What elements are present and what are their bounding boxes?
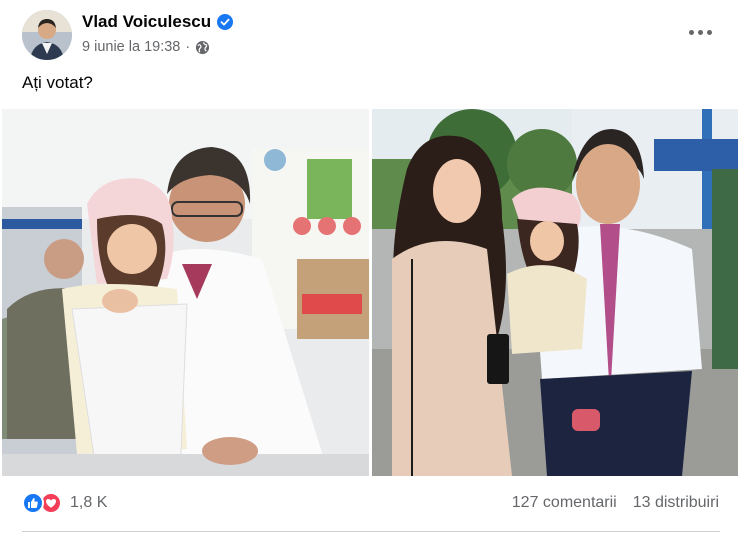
- post-timestamp[interactable]: 9 iunie la 19:38: [82, 39, 180, 55]
- more-options-icon: [688, 29, 694, 35]
- post-photo-voting[interactable]: [2, 109, 369, 476]
- globe-icon[interactable]: [195, 40, 210, 55]
- engagement-counts: 127 comentarii 13 distribuiri: [512, 494, 719, 512]
- reaction-count: 1,8 K: [70, 494, 108, 511]
- comments-count-link[interactable]: 127 comentarii: [512, 494, 617, 512]
- post-photo-family[interactable]: [372, 109, 738, 476]
- shares-count-link[interactable]: 13 distribuiri: [633, 494, 719, 512]
- verified-badge-icon: [217, 14, 234, 30]
- author-header: Vlad Voiculescu: [82, 12, 234, 32]
- author-name[interactable]: Vlad Voiculescu: [82, 12, 211, 32]
- like-reaction-icon: [22, 492, 44, 514]
- post-text: Ați votat?: [22, 73, 93, 92]
- author-avatar[interactable]: [22, 10, 72, 60]
- more-options-button[interactable]: [682, 18, 718, 46]
- facebook-post: Vlad Voiculescu 9 iunie la 19:38 · Ați v…: [0, 0, 740, 533]
- meta-separator: ·: [185, 39, 191, 55]
- reactions-summary[interactable]: 1,8 K: [22, 492, 107, 514]
- footer-divider: [22, 531, 720, 532]
- post-meta: 9 iunie la 19:38 ·: [82, 39, 210, 55]
